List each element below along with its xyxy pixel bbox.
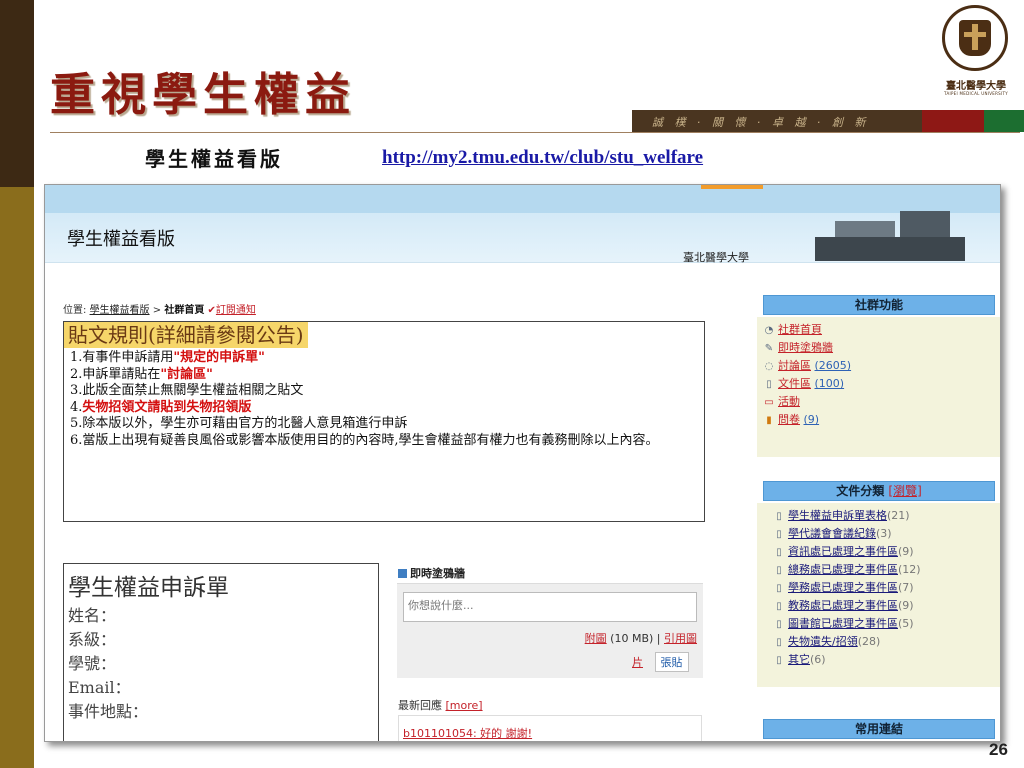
common-links-panel — [757, 741, 1001, 742]
left-dark-bar — [0, 0, 34, 187]
cite-image-link-cont[interactable]: 片 — [632, 656, 643, 669]
browse-link[interactable]: [瀏覽] — [888, 484, 921, 498]
sidebar-item-survey[interactable]: ▮ 問卷 (9) — [763, 411, 995, 429]
document-icon: ▯ — [776, 547, 782, 558]
board-url-link[interactable]: http://my2.tmu.edu.tw/club/stu_welfare — [382, 147, 703, 169]
doc-category-item[interactable]: ▯ 資訊處已處理之事件區(9) — [763, 543, 995, 561]
attach-size-limit: (10 MB) | — [610, 632, 661, 645]
tmu-seal-icon — [942, 5, 1008, 71]
doodle-wall-header: 即時塗鴉牆 — [398, 565, 465, 581]
sidebar-item-files[interactable]: ▯ 文件區 (100) — [763, 375, 995, 393]
banner-title: 學生權益看版 — [67, 229, 175, 250]
document-icon: ▯ — [776, 565, 782, 576]
university-logo: 臺北醫學大學 TAIPEI MEDICAL UNIVERSITY — [936, 5, 1016, 105]
features-panel: ◔ 社群首頁 ✎ 即時塗鴉牆 ◌ 討論區 (2605) ▯ 文件區 (100) ▭ 活動 … — [757, 317, 1000, 457]
subscribe-link[interactable]: 訂閱通知 — [216, 305, 256, 316]
form-title: 學生權益申訴單 — [68, 575, 229, 601]
breadcrumb-board-link[interactable]: 學生權益看版 — [90, 305, 150, 316]
rule-item: 4.失物招領文請貼到失物招領版 — [70, 399, 252, 415]
form-field-location: 事件地點： — [68, 702, 149, 721]
post-button[interactable]: 張貼 — [654, 652, 689, 672]
latest-reply-link[interactable]: b101101054: 好的 謝謝! — [403, 727, 532, 740]
rule-item: 6.當版上出現有疑善良風俗或影響本版使用目的的內容時,學生會權益部有權力也有義務… — [70, 432, 659, 448]
sidebar-item-forum[interactable]: ◌ 討論區 (2605) — [763, 357, 995, 375]
rule-item: 2.申訴單請貼在"討論區" — [70, 366, 213, 382]
board-banner: 學生權益看版 臺北醫學大學 — [45, 185, 1000, 264]
banner-school-name: 臺北醫學大學 — [683, 251, 749, 264]
rules-title: 貼文規則(詳細請參閱公告) — [64, 322, 308, 348]
rule-item: 1.有事件申訴請用"規定的申訴單" — [70, 350, 265, 365]
rule-item: 3.此版全面禁止無關學生權益相關之貼文 — [70, 383, 304, 398]
more-replies-link[interactable]: [more] — [446, 699, 483, 712]
campus-building-image — [815, 211, 965, 261]
doodle-wall-panel: 附圖 (10 MB) | 引用圖 片 張貼 — [397, 583, 703, 678]
latest-replies-label: 最新回應 [more] — [398, 699, 483, 712]
motto-bar: 誠 樸 · 關 懷 · 卓 越 · 創 新 — [632, 110, 922, 132]
board-screenshot: 學生權益看版 臺北醫學大學 位置: 學生權益看版 > 社群首頁 ✔訂閱通知 貼文… — [44, 184, 1001, 742]
calendar-icon: ▭ — [764, 397, 774, 408]
doc-category-item[interactable]: ▯ 學代議會會議紀錄(3) — [763, 525, 995, 543]
doc-category-item[interactable]: ▯ 失物遺失/招領(28) — [763, 633, 995, 651]
speech-bubble-icon: ◌ — [764, 361, 774, 372]
breadcrumb-separator: > — [152, 305, 162, 316]
title-divider — [50, 132, 1020, 133]
doc-categories-header: 文件分類 [瀏覽] — [763, 481, 995, 501]
form-field-student-id: 學號： — [68, 654, 117, 673]
doc-category-item[interactable]: ▯ 學生權益申訴單表格(21) — [763, 507, 995, 525]
attach-line-2: 片 張貼 — [632, 652, 689, 672]
breadcrumb-current: 社群首頁 — [164, 305, 205, 316]
document-icon: ▯ — [776, 601, 782, 612]
attach-line: 附圖 (10 MB) | 引用圖 — [585, 630, 697, 646]
form-field-name: 姓名： — [68, 606, 117, 625]
slide-title: 重視學生權益 — [50, 68, 357, 121]
bar-chart-icon: ▮ — [766, 415, 772, 426]
document-icon: ▯ — [776, 583, 782, 594]
square-bullet-icon — [398, 569, 407, 578]
tag-icon: ◔ — [764, 325, 774, 336]
rule-item: 5.除本版以外，學生亦可藉由官方的北醫人意見箱進行申訴 — [70, 416, 408, 431]
document-icon: ▯ — [776, 619, 782, 630]
doc-category-item[interactable]: ▯ 總務處已處理之事件區(12) — [763, 561, 995, 579]
document-icon: ▯ — [776, 511, 782, 522]
rules-list: 1.有事件申訴請用"規定的申訴單" 2.申訴單請貼在"討論區" 3.此版全面禁止… — [64, 348, 704, 451]
sidebar-item-events[interactable]: ▭ 活動 — [763, 393, 995, 411]
motto-red-block — [922, 110, 984, 132]
motto-green-block — [984, 110, 1024, 132]
complaint-form-preview: 學生權益申訴單 姓名： 系級： 學號： Email： 事件地點： — [63, 563, 379, 741]
doodle-input[interactable] — [403, 592, 697, 622]
cite-image-link[interactable]: 引用圖 — [664, 632, 697, 645]
doc-category-item[interactable]: ▯ 圖書館已處理之事件區(5) — [763, 615, 995, 633]
features-header: 社群功能 — [763, 295, 995, 315]
document-icon: ▯ — [766, 379, 772, 390]
slide-subtitle: 學生權益看版 — [145, 147, 283, 171]
checkmark-icon: ✔ — [207, 305, 216, 316]
posting-rules-box: 貼文規則(詳細請參閱公告) 1.有事件申訴請用"規定的申訴單" 2.申訴單請貼在… — [63, 321, 705, 522]
sidebar-item-doodle[interactable]: ✎ 即時塗鴉牆 — [763, 339, 995, 357]
form-field-class: 系級： — [68, 630, 117, 649]
form-field-email: Email： — [68, 678, 131, 697]
breadcrumb: 位置: 學生權益看版 > 社群首頁 ✔訂閱通知 — [63, 301, 256, 316]
breadcrumb-prefix: 位置: — [63, 305, 87, 316]
reply-item: b101101054: 好的 謝謝! — [398, 715, 702, 741]
doc-category-item[interactable]: ▯ 學務處已處理之事件區(7) — [763, 579, 995, 597]
logo-subtitle: TAIPEI MEDICAL UNIVERSITY — [944, 91, 1008, 96]
document-icon: ▯ — [776, 637, 782, 648]
doc-category-item[interactable]: ▯ 其它(6) — [763, 651, 995, 669]
sidebar-item-home[interactable]: ◔ 社群首頁 — [763, 321, 995, 339]
pencil-icon: ✎ — [764, 343, 774, 354]
logo-name: 臺北醫學大學 — [946, 81, 1006, 92]
left-gold-bar — [0, 187, 34, 768]
document-icon: ▯ — [776, 655, 782, 666]
doc-categories-panel: ▯ 學生權益申訴單表格(21) ▯ 學代議會會議紀錄(3) ▯ 資訊處已處理之事件區(… — [757, 503, 1000, 687]
doodle-wall-title: 即時塗鴉牆 — [410, 567, 465, 580]
page-number: 26 — [989, 740, 1008, 759]
doc-category-item[interactable]: ▯ 教務處已處理之事件區(9) — [763, 597, 995, 615]
attach-image-link[interactable]: 附圖 — [585, 632, 607, 645]
common-links-header: 常用連結 — [763, 719, 995, 739]
document-icon: ▯ — [776, 529, 782, 540]
